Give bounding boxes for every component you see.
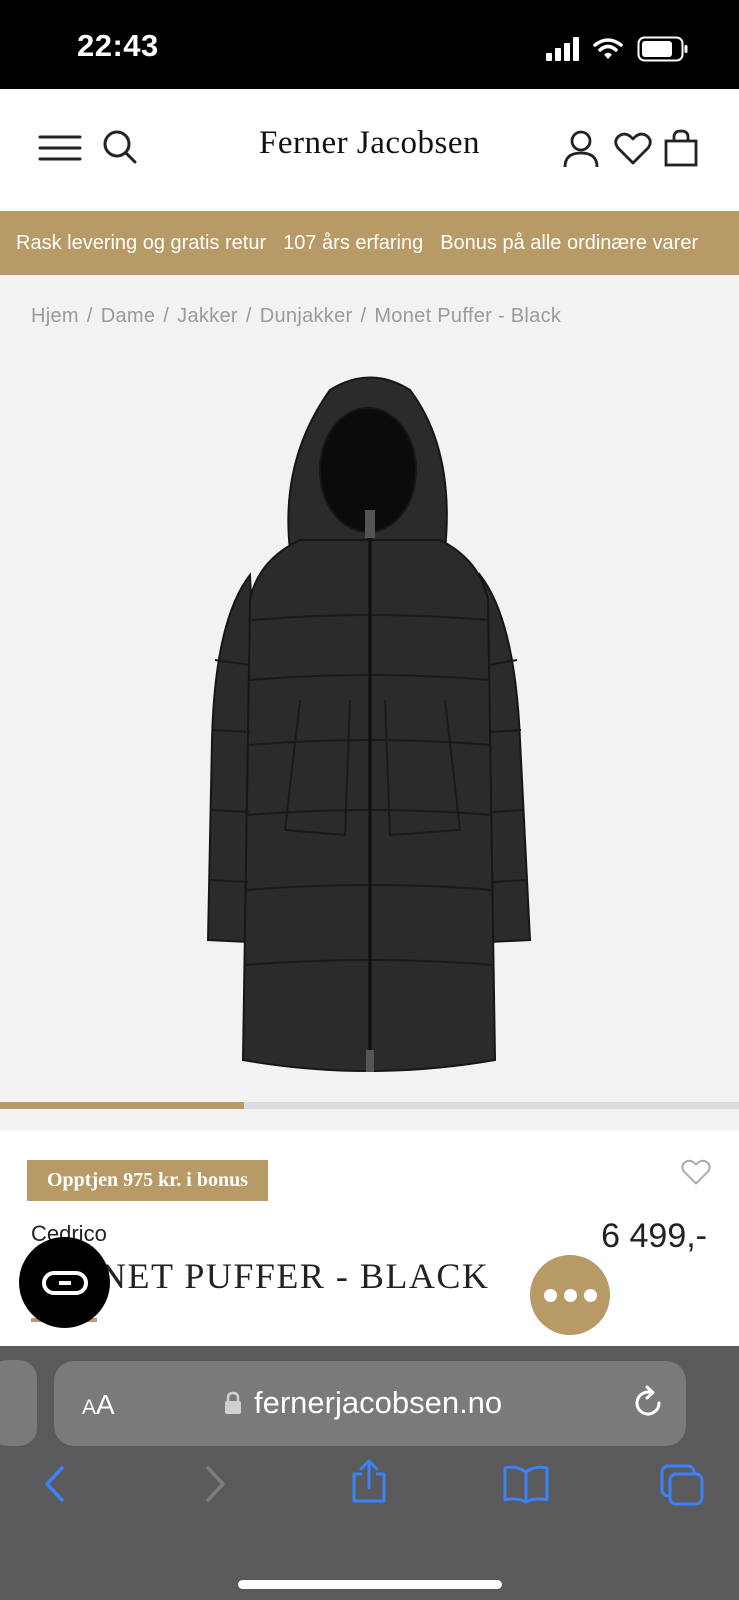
wifi-icon <box>593 38 623 59</box>
product-price: 6 499,- <box>601 1217 707 1255</box>
status-icons <box>546 36 689 62</box>
promo-item: Bonus på alle ordinære varer <box>440 231 699 254</box>
product-info: Opptjen 975 kr. i bonus Cedrico 6 499,- … <box>0 1131 739 1346</box>
promo-bar: Rask levering og gratis retur 107 års er… <box>0 211 739 275</box>
puffer-jacket-image <box>206 376 532 1072</box>
bookmarks-book-icon[interactable] <box>502 1464 550 1509</box>
reload-icon[interactable] <box>632 1385 664 1424</box>
gallery-progress-bar[interactable] <box>0 1102 739 1109</box>
product-title: NET PUFFER - BLACK <box>100 1256 490 1296</box>
status-bar: 22:43 <box>0 0 739 89</box>
chat-link-icon <box>41 1270 88 1295</box>
breadcrumb: Hjem / Dame / Jakker / Dunjakker / Monet Puffer … <box>31 305 562 327</box>
url-text: fernerjacobsen.no <box>254 1385 503 1420</box>
share-icon[interactable] <box>350 1458 388 1509</box>
add-to-wishlist-heart-icon[interactable] <box>681 1159 711 1191</box>
previous-tab-preview[interactable] <box>0 1360 37 1446</box>
browser-bar: AA fernerjacobsen.no <box>0 1346 739 1600</box>
promo-item: Rask levering og gratis retur <box>16 231 267 254</box>
gallery-progress-fill <box>0 1102 244 1109</box>
url-display[interactable]: fernerjacobsen.no <box>224 1385 502 1421</box>
wishlist-heart-icon[interactable] <box>614 132 652 166</box>
account-icon[interactable] <box>563 130 599 168</box>
text-size-button[interactable]: AA <box>82 1389 115 1421</box>
breadcrumb-current: Monet Puffer - Black <box>374 305 562 327</box>
product-image[interactable] <box>0 360 739 1100</box>
cart-bag-icon[interactable] <box>664 129 698 167</box>
battery-icon <box>637 36 688 62</box>
more-options-button[interactable] <box>527 1252 613 1338</box>
tabs-icon[interactable] <box>660 1464 704 1511</box>
breadcrumb-link-home[interactable]: Hjem <box>31 305 79 327</box>
back-chevron-icon[interactable] <box>42 1464 68 1509</box>
forward-chevron-icon[interactable] <box>202 1464 228 1509</box>
bonus-badge: Opptjen 975 kr. i bonus <box>27 1160 268 1201</box>
promo-item: 107 års erfaring <box>283 231 424 254</box>
signal-icon <box>546 37 579 61</box>
status-time: 22:43 <box>77 28 159 63</box>
chat-widget-button[interactable] <box>19 1237 110 1328</box>
breadcrumb-link-dunjakker[interactable]: Dunjakker <box>260 305 353 327</box>
site-header: Ferner Jacobsen <box>0 89 739 211</box>
home-indicator[interactable] <box>238 1580 502 1589</box>
breadcrumb-link-dame[interactable]: Dame <box>101 305 156 327</box>
lock-icon <box>225 1391 241 1414</box>
address-bar[interactable]: AA fernerjacobsen.no <box>54 1361 686 1446</box>
browser-toolbar <box>0 1459 739 1534</box>
breadcrumb-link-jakker[interactable]: Jakker <box>177 305 238 327</box>
